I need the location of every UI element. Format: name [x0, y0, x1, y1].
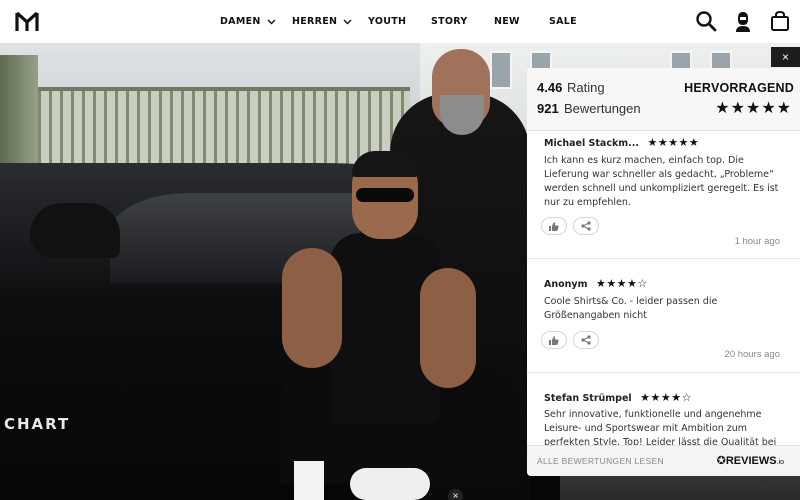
- review-item: Michael Stackm... ★★★★★: [527, 133, 800, 151]
- nav-item-label: SALE: [549, 16, 577, 27]
- review-stars: ★★★★☆: [640, 392, 692, 404]
- review-stars: ★★★★☆: [595, 278, 648, 290]
- model-crouching-arm-right: [420, 268, 476, 388]
- model-shoe: [350, 468, 430, 500]
- account-icon[interactable]: [732, 10, 754, 32]
- nav-item-sale[interactable]: SALE: [549, 16, 577, 27]
- review-author: Michael Stackm...: [544, 138, 639, 149]
- verdict-stars: ★★★★★: [715, 100, 792, 117]
- model-crouching-hair: [352, 151, 418, 177]
- like-button[interactable]: [541, 217, 567, 235]
- review-text: Sehr innovative, funktionelle und angene…: [544, 409, 777, 448]
- nav-item-story[interactable]: STORY: [431, 16, 468, 27]
- review-actions: [541, 331, 605, 349]
- rating-value: 4.46: [537, 80, 563, 95]
- review-item: Stefan Strümpel ★★★★☆: [527, 388, 800, 406]
- review-text: Ich kann es kurz machen, einfach top. Di…: [544, 155, 779, 208]
- thumbs-up-icon: [549, 221, 559, 231]
- share-button[interactable]: [573, 217, 599, 235]
- car-lettering: CHART: [4, 415, 71, 433]
- review-author: Anonym: [544, 279, 588, 290]
- building-window: [490, 51, 512, 89]
- review-author: Stefan Strümpel: [544, 393, 632, 404]
- review-actions: [541, 217, 605, 235]
- reviews-io-logo[interactable]: ✪REVIEWS.io: [717, 454, 784, 467]
- nav-item-label: STORY: [431, 16, 468, 27]
- nav-item-damen[interactable]: DAMEN: [220, 16, 276, 27]
- read-all-reviews-link[interactable]: ALLE BEWERTUNGEN LESEN: [537, 456, 664, 466]
- star-icon: ✪: [716, 455, 726, 467]
- sunglasses: [356, 188, 414, 202]
- search-icon[interactable]: [695, 10, 717, 32]
- nav-item-youth[interactable]: YOUTH: [368, 16, 406, 27]
- review-item: Anonym ★★★★☆: [527, 274, 800, 292]
- thumbs-up-icon: [549, 335, 559, 345]
- nav-item-label: NEW: [494, 16, 520, 27]
- share-button[interactable]: [573, 331, 599, 349]
- review-count: 921: [537, 101, 559, 116]
- nav-item-label: DAMEN: [220, 16, 261, 27]
- rating-verdict: HERVORRAGEND: [684, 81, 794, 95]
- share-icon: [581, 335, 591, 345]
- widget-close-button[interactable]: ×: [771, 47, 800, 67]
- like-button[interactable]: [541, 331, 567, 349]
- reviews-brand-text: REVIEWS: [725, 455, 777, 467]
- review-time: 20 hours ago: [724, 349, 780, 360]
- nav-item-label: YOUTH: [368, 16, 407, 27]
- review-time: 1 hour ago: [734, 236, 780, 247]
- model-crouching-arm-left: [282, 248, 342, 368]
- reviews-widget: 4.46 Rating 921 Bewertungen HERVORRAGEND…: [527, 68, 800, 476]
- shopping-bag-icon[interactable]: [769, 10, 791, 32]
- review-text: Coole Shirts& Co. - leider passen die Gr…: [544, 296, 718, 321]
- review-count-label: Bewertungen: [564, 101, 641, 116]
- nav-item-new[interactable]: NEW: [494, 16, 520, 27]
- rating-label: Rating: [567, 80, 605, 95]
- car-mirror: [30, 203, 120, 258]
- banner-close-icon[interactable]: ×: [448, 489, 463, 500]
- divider: [527, 372, 800, 373]
- site-header: DAMEN HERREN YOUTH STORY NEW SALE: [0, 0, 800, 43]
- nav-item-herren[interactable]: HERREN: [292, 16, 352, 27]
- share-icon: [581, 221, 591, 231]
- chevron-down-icon: [267, 19, 276, 24]
- reviews-summary: 4.46 Rating 921 Bewertungen HERVORRAGEND…: [527, 68, 800, 131]
- reviews-brand-suffix: .io: [776, 459, 784, 466]
- nav-item-label: HERREN: [292, 16, 338, 27]
- chevron-down-icon: [343, 19, 352, 24]
- model-sock: [294, 461, 324, 500]
- reviews-footer: ALLE BEWERTUNGEN LESEN ✪REVIEWS.io: [527, 445, 800, 476]
- review-stars: ★★★★★: [647, 137, 700, 149]
- divider: [527, 258, 800, 259]
- brand-logo[interactable]: [14, 9, 40, 35]
